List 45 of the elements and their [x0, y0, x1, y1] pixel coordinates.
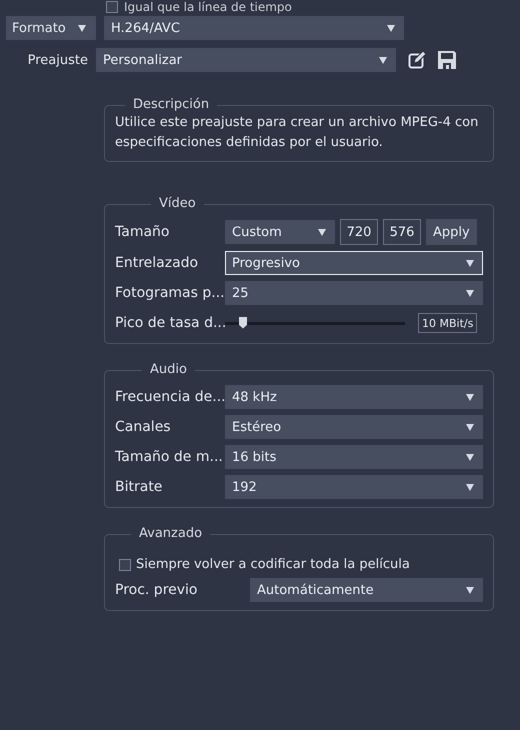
dropdown[interactable]: Estéreo [225, 415, 483, 439]
field-label: Tamaño de m... [115, 449, 224, 465]
preset-dropdown[interactable]: Personalizar [96, 48, 396, 72]
dropdown[interactable]: Automáticamente [250, 578, 483, 602]
caret-icon [379, 56, 387, 64]
apply-button[interactable]: Apply [426, 219, 477, 245]
caret-icon [387, 24, 395, 32]
checkbox[interactable] [106, 1, 118, 13]
dropdown[interactable]: 16 bits [225, 445, 483, 469]
checkbox-label: Igual que la línea de tiempo [124, 0, 292, 14]
caret-icon [466, 290, 474, 296]
codec-dropdown[interactable]: H.264/AVC [104, 16, 404, 40]
description-text: Utilice este preajuste para crear un archivo MPEG-4 con especificaciones definidas por el usuario. [115, 114, 480, 152]
caret-icon [78, 24, 86, 32]
dropdown[interactable]: 192 [225, 475, 483, 499]
save-icon[interactable] [438, 51, 456, 69]
checkbox-label: Siempre volver a codificar toda la película [136, 557, 410, 572]
preset-label: Preajuste [26, 52, 89, 68]
bitrate-reading: 10 MBit/s [418, 313, 478, 333]
caret-icon [318, 228, 326, 236]
field-label: Fotogramas p... [115, 285, 225, 301]
dropdown[interactable]: 48 kHz [225, 385, 483, 409]
caret-icon [466, 260, 474, 266]
group-title: Descripción [125, 97, 218, 112]
field-label: Pico de tasa d... [115, 315, 225, 331]
caret-icon [466, 454, 474, 460]
format-dropdown[interactable]: Formato [6, 16, 96, 40]
height-field[interactable]: 576 [383, 219, 421, 245]
checkbox[interactable] [119, 558, 131, 570]
width-field[interactable]: 720 [340, 219, 378, 245]
caret-icon [466, 484, 474, 490]
field-label: Entrelazado [115, 255, 200, 271]
field-label: Bitrate [115, 479, 164, 495]
caret-icon [466, 424, 474, 430]
field-label: Canales [115, 419, 172, 435]
caret-icon [466, 586, 474, 594]
field-label: Tamaño [115, 224, 170, 240]
dropdown[interactable]: Progresivo [225, 251, 483, 275]
field-label: Proc. previo [115, 582, 198, 598]
edit-icon[interactable] [408, 51, 426, 69]
slider-thumb[interactable] [239, 316, 247, 328]
dropdown[interactable]: 25 [225, 281, 483, 305]
field-label: Frecuencia de... [115, 389, 225, 405]
size-dropdown[interactable]: Custom [225, 220, 335, 244]
caret-icon [466, 394, 474, 400]
